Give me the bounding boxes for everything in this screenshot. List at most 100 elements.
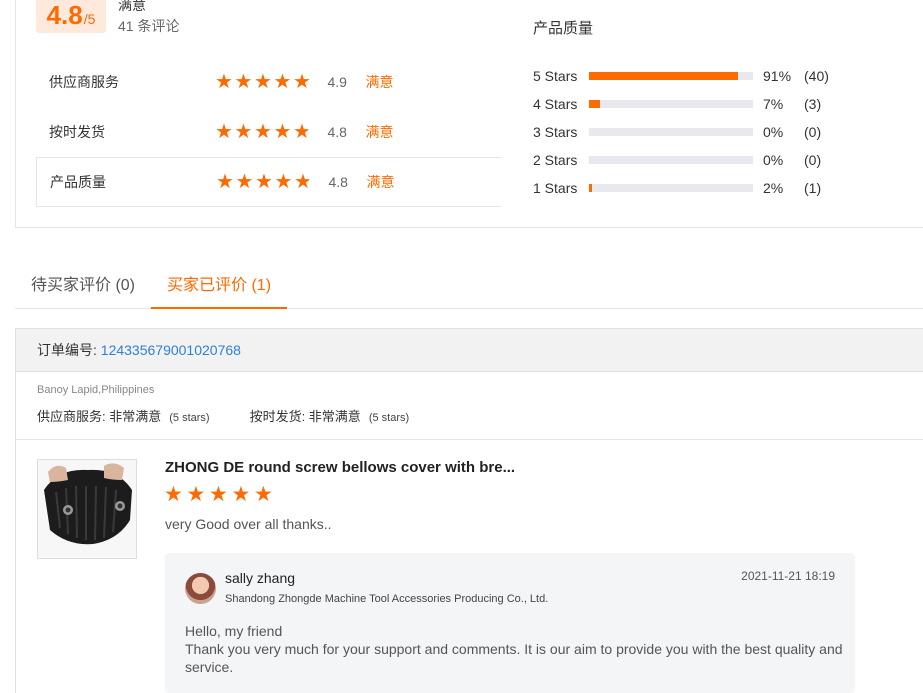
distribution-percent: 0% <box>763 152 784 168</box>
product-title-link[interactable]: ZHONG DE round screw bellows cover with … <box>165 459 515 476</box>
distribution-label: 5 Stars <box>533 68 578 84</box>
distribution-label: 4 Stars <box>533 96 578 112</box>
distribution-bar <box>589 72 753 80</box>
tab-pending-reviews[interactable]: 待买家评价 (0) <box>15 262 151 309</box>
distribution-count: (0) <box>804 124 822 140</box>
order-header: 订单编号: 124335679001020768 <box>16 329 923 372</box>
distribution-label: 1 Stars <box>533 180 578 196</box>
dimension-word: 满意 <box>365 74 394 90</box>
dimension-ratings: 供应商服务 ★ ★ ★ ★ ★ 4.9 满意 按时发货 ★ ★ ★ ★ ★ 4.8 满意 产品质… <box>36 57 501 207</box>
overall-score: 4.8 <box>46 0 83 30</box>
dimension-label: 按时发货 <box>49 124 105 140</box>
review-stars: ★ ★ ★ ★ ★ <box>164 483 277 506</box>
reply-greeting: Hello, my friend <box>185 623 283 639</box>
star-icon: ★ <box>254 483 273 506</box>
distribution-bar <box>589 156 753 164</box>
star-icon: ★ <box>231 483 251 506</box>
overall-score-max: /5 <box>83 11 96 27</box>
bellows-cover-image <box>38 460 136 558</box>
reply-message: Thank you very much for your support and… <box>185 641 843 675</box>
review-text: very Good over all thanks.. <box>165 516 332 532</box>
product-thumbnail[interactable] <box>37 459 137 559</box>
dimension-row-on-time-delivery[interactable]: 按时发货 ★ ★ ★ ★ ★ 4.8 满意 <box>36 107 501 157</box>
buyer-rating-label: 按时发货: 非常满意 <box>249 409 361 424</box>
star-icon: ★ <box>209 483 228 506</box>
star-partial-icon: ★ <box>294 171 312 193</box>
dimension-row-supplier-service[interactable]: 供应商服务 ★ ★ ★ ★ ★ 4.9 满意 <box>36 57 501 107</box>
reply-body: Hello, my friend Thank you very much for… <box>185 622 845 676</box>
distribution-bar-fill <box>589 72 739 80</box>
order-number-label: 订单编号: <box>37 342 101 358</box>
dimension-word: 满意 <box>365 124 394 140</box>
dimension-stars: ★ ★ ★ ★ ★ <box>215 121 313 143</box>
reply-company-name: Shandong Zhongde Machine Tool Accessorie… <box>225 593 549 605</box>
dimension-stars: ★ ★ ★ ★ ★ <box>216 171 314 193</box>
dimension-stars: ★ ★ ★ ★ ★ <box>215 71 313 93</box>
dimension-score: 4.9 <box>327 74 347 90</box>
buyer-info: Banoy Lapid,Philippines 供应商服务: 非常满意 (5 st… <box>16 372 923 440</box>
review-tabs: 待买家评价 (0) 买家已评价 (1) <box>15 262 923 309</box>
order-review-card: 订单编号: 124335679001020768 Banoy Lapid,Phi… <box>15 328 923 693</box>
dimension-score: 4.8 <box>328 174 348 190</box>
reply-timestamp: 2021-11-21 18:19 <box>741 569 835 583</box>
distribution-count: (40) <box>804 68 829 84</box>
distribution-title: 产品质量 <box>533 20 594 37</box>
dimension-label: 供应商服务 <box>49 74 119 90</box>
review-count: 41 条评论 <box>118 18 180 34</box>
distribution-percent: 2% <box>763 180 784 196</box>
star-icon: ★ <box>216 171 234 193</box>
star-icon: ★ <box>274 171 293 193</box>
buyer-location: Banoy Lapid,Philippines <box>37 384 155 396</box>
distribution-row: 5 Stars 91% (40) <box>533 62 829 90</box>
star-icon: ★ <box>186 483 206 506</box>
dimension-row-product-quality[interactable]: 产品质量 ★ ★ ★ ★ ★ 4.8 满意 <box>36 157 501 207</box>
buyer-rating-stars-text: (5 stars) <box>368 412 410 424</box>
star-icon: ★ <box>254 71 272 93</box>
distribution-bar-fill <box>589 100 601 108</box>
distribution-percent: 91% <box>763 68 792 84</box>
distribution-count: (1) <box>804 180 822 196</box>
dimension-label: 产品质量 <box>50 174 106 190</box>
dimension-score: 4.8 <box>327 124 347 140</box>
star-icon: ★ <box>164 483 183 506</box>
star-icon: ★ <box>234 71 253 93</box>
star-icon: ★ <box>235 171 254 193</box>
dimension-word: 满意 <box>366 174 395 190</box>
buyer-rating-stars-text: (5 stars) <box>169 412 210 424</box>
buyer-rating-label: 供应商服务: 非常满意 <box>37 409 162 424</box>
distribution-row: 4 Stars 7% (3) <box>533 90 829 118</box>
overall-score-badge: 4.8 /5 <box>36 0 106 33</box>
star-icon: ★ <box>293 71 311 93</box>
star-icon: ★ <box>273 121 292 143</box>
star-icon: ★ <box>215 121 233 143</box>
buyer-rating-supplier-service: 供应商服务: 非常满意 (5 stars) <box>37 406 210 425</box>
distribution-row: 2 Stars 0% (0) <box>533 146 829 174</box>
distribution-label: 3 Stars <box>533 124 578 140</box>
reply-author-name: sally zhang <box>225 570 296 586</box>
distribution-label: 2 Stars <box>533 152 578 168</box>
star-icon: ★ <box>255 171 273 193</box>
star-icon: ★ <box>215 71 233 93</box>
distribution-row: 3 Stars 0% (0) <box>533 118 829 146</box>
avatar <box>185 573 216 604</box>
distribution-bar <box>589 184 753 192</box>
distribution-count: (3) <box>804 96 822 112</box>
order-number-link[interactable]: 124335679001020768 <box>101 342 241 358</box>
star-icon: ★ <box>273 71 292 93</box>
distribution-bar <box>589 100 753 108</box>
distribution-row: 1 Stars 2% (1) <box>533 174 829 202</box>
buyer-rating-on-time-delivery: 按时发货: 非常满意 (5 stars) <box>250 406 410 425</box>
distribution-percent: 7% <box>763 96 784 112</box>
overall-satisfaction-word: 满意 <box>118 0 146 13</box>
star-partial-icon: ★ <box>293 121 311 143</box>
star-distribution: 5 Stars 91% (40) 4 Stars 7% (3) 3 Stars … <box>533 62 829 202</box>
star-icon: ★ <box>254 121 272 143</box>
tab-buyer-reviewed[interactable]: 买家已评价 (1) <box>151 262 288 309</box>
distribution-percent: 0% <box>763 124 784 140</box>
distribution-bar <box>589 128 753 136</box>
distribution-bar-fill <box>589 184 593 192</box>
buyer-ratings: 供应商服务: 非常满意 (5 stars) 按时发货: 非常满意 (5 stars) <box>37 406 449 425</box>
supplier-reply: sally zhang Shandong Zhongde Machine Too… <box>165 553 855 693</box>
star-icon: ★ <box>234 121 253 143</box>
distribution-count: (0) <box>804 152 822 168</box>
